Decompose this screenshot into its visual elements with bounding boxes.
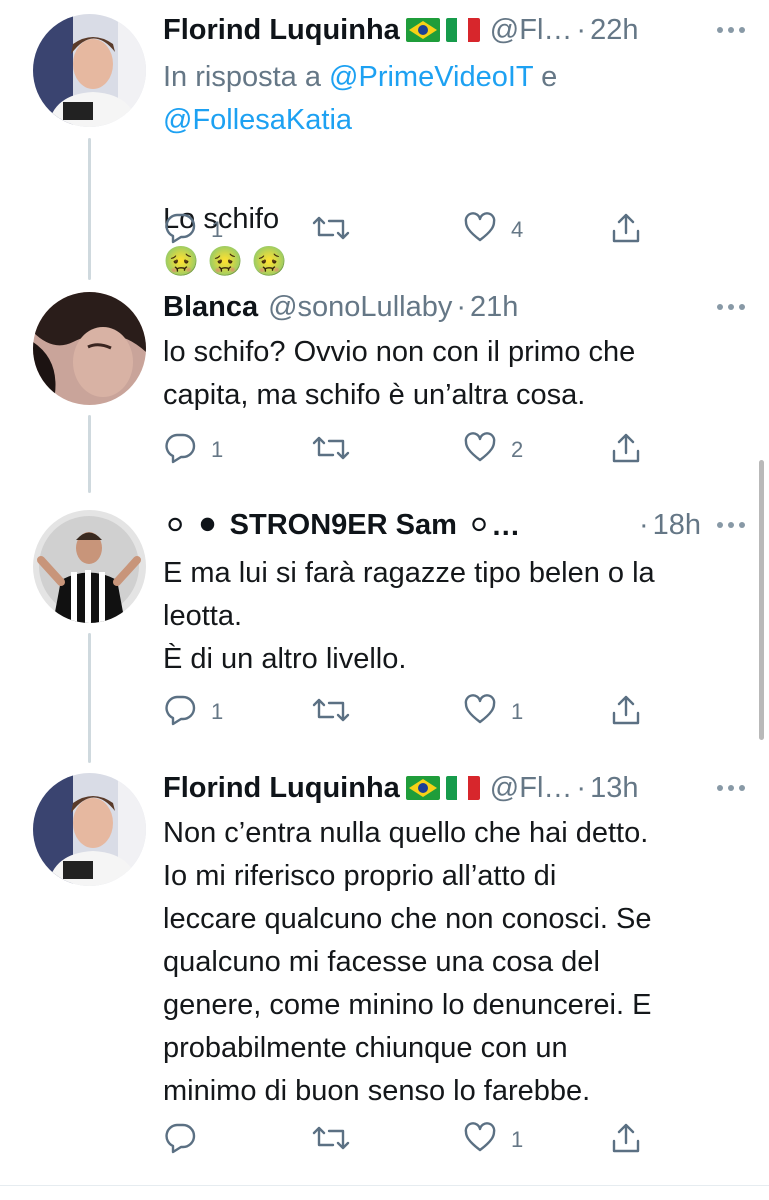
share-button[interactable] bbox=[609, 210, 643, 250]
reply-button[interactable]: 1 bbox=[163, 210, 223, 250]
author-handle[interactable]: @Fl… bbox=[490, 772, 573, 805]
like-button[interactable]: 1 bbox=[463, 1120, 523, 1160]
separator: · bbox=[456, 290, 467, 323]
tweet-header: Blanca @sonoLullaby · 21h bbox=[163, 287, 749, 327]
share-icon bbox=[609, 211, 643, 250]
share-icon bbox=[609, 431, 643, 470]
heart-icon bbox=[463, 431, 497, 470]
reply-icon bbox=[163, 693, 197, 732]
separator: · bbox=[576, 771, 587, 804]
like-button[interactable]: 1 bbox=[463, 692, 523, 732]
reply-count: 1 bbox=[211, 217, 224, 242]
author-name[interactable]: Florind Luquinha bbox=[163, 14, 400, 47]
more-icon[interactable] bbox=[713, 507, 749, 543]
tweet-actions: 1 2 bbox=[163, 430, 663, 470]
retweet-icon bbox=[311, 693, 351, 732]
divider bbox=[0, 1185, 769, 1186]
like-count: 4 bbox=[511, 217, 524, 242]
avatar-blanca[interactable] bbox=[33, 292, 146, 405]
thread-line bbox=[88, 138, 91, 280]
thread-line bbox=[88, 415, 91, 493]
like-button[interactable]: 2 bbox=[463, 430, 523, 470]
like-count: 2 bbox=[511, 437, 524, 462]
tweet-actions: 1 bbox=[163, 1120, 663, 1160]
brazil-flag-icon bbox=[405, 776, 440, 800]
reply-icon bbox=[163, 211, 197, 250]
more-icon[interactable] bbox=[713, 770, 749, 806]
more-icon[interactable] bbox=[713, 12, 749, 48]
tweet-header: Florind Luquinha @Fl… · 22h bbox=[163, 10, 749, 50]
like-count: 1 bbox=[511, 1127, 524, 1152]
author-name-suffix-emoji: ⚪… bbox=[466, 509, 521, 542]
like-button[interactable]: 4 bbox=[463, 210, 523, 250]
reply-icon bbox=[163, 431, 197, 470]
reply-prefix: In risposta a bbox=[163, 61, 330, 93]
mention-follesakatia[interactable]: @FollesaKatia bbox=[163, 104, 352, 136]
italy-flag-icon bbox=[445, 776, 480, 800]
retweet-icon bbox=[311, 431, 351, 470]
heart-icon bbox=[463, 1121, 497, 1160]
tweet-header: Florind Luquinha @Fl… · 13h bbox=[163, 768, 749, 808]
avatar-stron9er[interactable] bbox=[33, 510, 146, 623]
author-handle[interactable]: @sonoLullaby bbox=[268, 291, 452, 324]
tweet-actions: 1 4 bbox=[163, 210, 663, 250]
scrollbar[interactable] bbox=[759, 460, 764, 740]
author-name-prefix-emoji: ⚪ ⚫ bbox=[163, 509, 220, 542]
author-name[interactable]: STRON9ER Sam bbox=[230, 509, 457, 542]
author-name[interactable]: Blanca bbox=[163, 291, 258, 324]
brazil-flag-icon bbox=[405, 18, 440, 42]
retweet-button[interactable] bbox=[311, 692, 351, 732]
share-icon bbox=[609, 693, 643, 732]
reply-and: e bbox=[533, 61, 558, 93]
nauseated-emoji: 🤢 🤢 🤢 bbox=[163, 246, 288, 278]
reply-button[interactable]: 1 bbox=[163, 692, 223, 732]
tweet-text: E ma lui si farà ragazze tipo belen o la… bbox=[163, 557, 655, 675]
separator: · bbox=[638, 508, 649, 541]
thread-line bbox=[88, 633, 91, 763]
share-button[interactable] bbox=[609, 692, 643, 732]
timestamp[interactable]: 21h bbox=[470, 291, 518, 324]
reply-count: 1 bbox=[211, 437, 224, 462]
reply-button[interactable] bbox=[163, 1120, 211, 1160]
heart-icon bbox=[463, 211, 497, 250]
tweet-text: lo schifo? Ovvio non con il primo che ca… bbox=[163, 336, 636, 411]
reply-context: In risposta a @PrimeVideoIT e @FollesaKa… bbox=[163, 56, 723, 142]
reply-button[interactable]: 1 bbox=[163, 430, 223, 470]
timestamp[interactable]: 18h bbox=[653, 509, 701, 542]
retweet-button[interactable] bbox=[311, 210, 351, 250]
share-button[interactable] bbox=[609, 1120, 643, 1160]
retweet-button[interactable] bbox=[311, 1120, 351, 1160]
italy-flag-icon bbox=[445, 18, 480, 42]
retweet-icon bbox=[311, 1121, 351, 1160]
tweet-header: ⚪ ⚫ STRON9ER Sam ⚪… · 18h bbox=[163, 505, 749, 545]
tweet-text: Non c’entra nulla quello che hai detto. … bbox=[163, 817, 652, 1107]
reply-count: 1 bbox=[211, 699, 224, 724]
retweet-icon bbox=[311, 211, 351, 250]
reply-icon bbox=[163, 1121, 197, 1160]
author-handle[interactable]: @Fl… bbox=[490, 14, 573, 47]
mention-primevideoit[interactable]: @PrimeVideoIT bbox=[329, 61, 533, 93]
tweet-actions: 1 1 bbox=[163, 692, 663, 732]
author-name[interactable]: Florind Luquinha bbox=[163, 772, 400, 805]
share-button[interactable] bbox=[609, 430, 643, 470]
share-icon bbox=[609, 1121, 643, 1160]
timestamp[interactable]: 13h bbox=[590, 772, 638, 805]
more-icon[interactable] bbox=[713, 289, 749, 325]
like-count: 1 bbox=[511, 699, 524, 724]
separator: · bbox=[576, 13, 587, 46]
timestamp[interactable]: 22h bbox=[590, 14, 638, 47]
reply-thread: Florind Luquinha @Fl… · 22h In risposta … bbox=[0, 0, 769, 1200]
avatar-florind[interactable] bbox=[33, 773, 146, 886]
heart-icon bbox=[463, 693, 497, 732]
avatar-florind[interactable] bbox=[33, 14, 146, 127]
retweet-button[interactable] bbox=[311, 430, 351, 470]
